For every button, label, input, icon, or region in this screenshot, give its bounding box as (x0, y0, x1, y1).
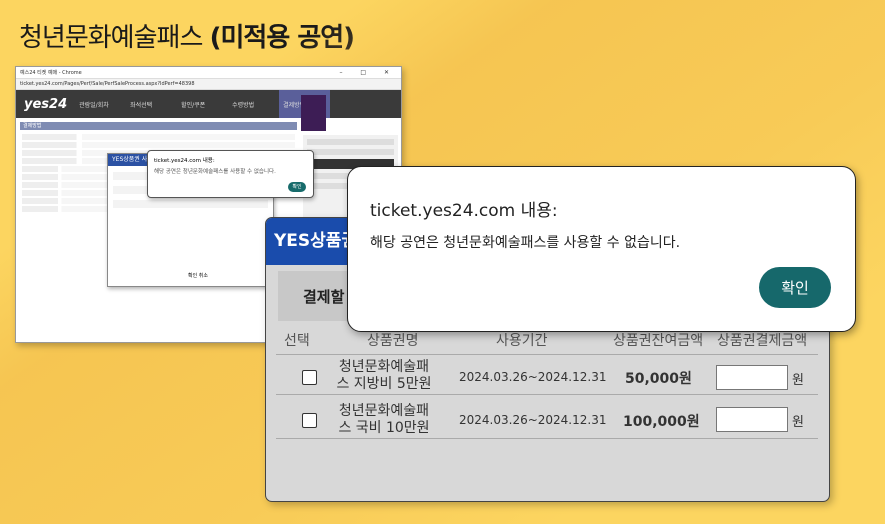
yes24-logo: yes24 (24, 96, 68, 112)
row-divider (276, 438, 818, 439)
mini-popup-row (113, 200, 268, 208)
row-name: 청년문화예술패스 지방비 5만원 (336, 359, 432, 392)
form-row (22, 142, 295, 148)
alert-title: ticket.yes24.com 내용: (370, 201, 558, 221)
mini-popup-buttons: 확인 취소 (188, 272, 208, 279)
browser-url-bar[interactable]: ticket.yes24.com/Pages/Perf/Sale/PerfSal… (16, 79, 401, 90)
mini-alert-message: 해당 공연은 청년문화예술패스를 사용할 수 없습니다. (154, 169, 276, 175)
won-unit: 원 (792, 415, 804, 430)
pay-amount-input[interactable] (716, 407, 788, 432)
browser-tab-title: 예스24 티켓 예매 - Chrome (20, 70, 82, 76)
pay-amount-input[interactable] (716, 365, 788, 390)
title-bold: (미적용 공연) (209, 23, 355, 53)
col-period: 사용기간 (496, 333, 548, 349)
row-divider (276, 394, 818, 395)
pay-amount-label: 결제할 (303, 288, 345, 306)
step-1[interactable]: 관람일/회차 (75, 100, 126, 109)
col-name: 상품권명 (367, 333, 419, 349)
section-label: 결제방법 (23, 123, 42, 129)
row-checkbox[interactable] (302, 413, 317, 428)
alert-message: 해당 공연은 청년문화예술패스를 사용할 수 없습니다. (370, 235, 681, 251)
col-payment: 상품권결제금액 (717, 333, 808, 349)
row-checkbox[interactable] (302, 370, 317, 385)
step-2[interactable]: 좌석선택 (126, 100, 177, 109)
page-title: 청년문화예술패스 (미적용 공연) (19, 17, 355, 54)
row-divider (276, 354, 818, 355)
mini-alert-dialog: ticket.yes24.com 내용: 해당 공연은 청년문화예술패스를 사용… (147, 150, 314, 198)
row-period: 2024.03.26~2024.12.31 (459, 370, 607, 384)
browser-titlebar: 예스24 티켓 예매 - Chrome – □ ✕ (16, 67, 401, 79)
mini-alert-title: ticket.yes24.com 내용: (154, 158, 215, 164)
row-period: 2024.03.26~2024.12.31 (459, 413, 607, 427)
row-balance: 100,000원 (623, 414, 700, 430)
row-balance: 50,000원 (625, 371, 692, 387)
alert-dialog: ticket.yes24.com 내용: 해당 공연은 청년문화예술패스를 사용… (347, 166, 856, 332)
title-main: 청년문화예술패스 (19, 23, 210, 53)
form-row (22, 134, 295, 140)
sidebar-line (307, 139, 394, 145)
browser-url: ticket.yes24.com/Pages/Perf/Sale/PerfSal… (20, 81, 195, 87)
row-name: 청년문화예술패스 국비 10만원 (338, 403, 430, 436)
col-select: 선택 (284, 333, 310, 349)
section-bar: 결제방법 (20, 122, 297, 130)
mini-popup-cancel[interactable]: 취소 (199, 273, 208, 279)
mini-popup-ok[interactable]: 확인 (188, 273, 197, 279)
step-4[interactable]: 수령방법 (228, 100, 279, 109)
won-unit: 원 (792, 373, 804, 388)
alert-ok-button[interactable]: 확인 (759, 267, 831, 308)
mini-alert-ok-button[interactable]: 확인 (288, 182, 306, 192)
col-balance: 상품권잔여금액 (613, 333, 704, 349)
step-3[interactable]: 할인/쿠폰 (177, 100, 228, 109)
booking-nav: yes24 관람일/회차 좌석선택 할인/쿠폰 수령방법 결제방법 (16, 90, 401, 118)
window-controls-icon[interactable]: – □ ✕ (339, 69, 397, 76)
event-poster (301, 95, 326, 131)
sidebar-line (307, 149, 394, 155)
